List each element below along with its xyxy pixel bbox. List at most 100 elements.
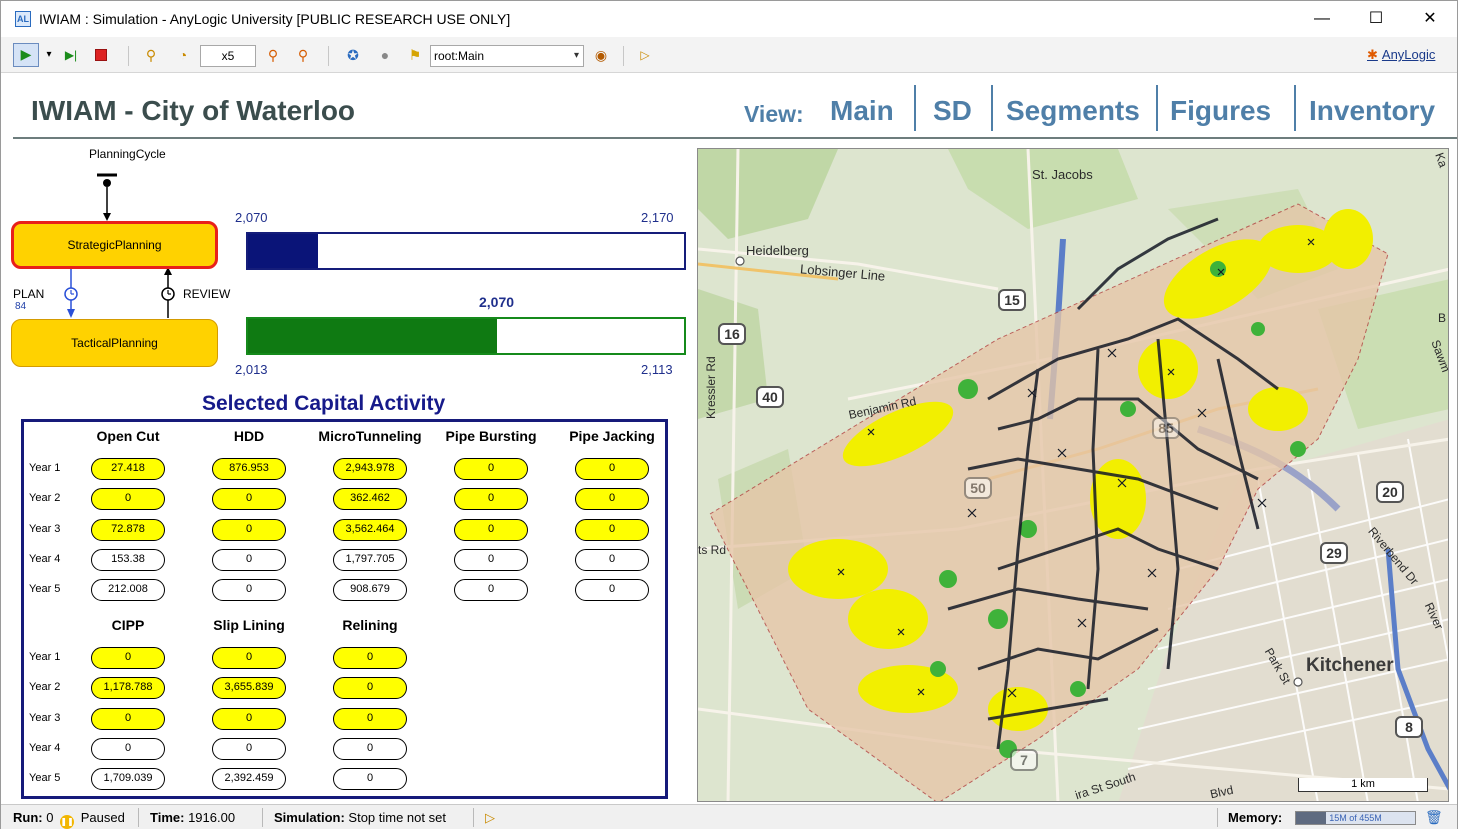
memory-fill — [1296, 812, 1326, 824]
activity-value: 0 — [212, 647, 286, 669]
nav-inventory[interactable]: Inventory — [1309, 95, 1435, 127]
chevron-down-icon: ▾ — [573, 50, 579, 61]
highway-15-shield: 15 — [998, 289, 1026, 311]
highway-20-shield: 20 — [1376, 481, 1404, 503]
green-progress-fill — [248, 319, 497, 353]
blue-bar-max: 2,170 — [641, 210, 674, 225]
statechart-label: PlanningCycle — [89, 147, 166, 161]
activity-value: 0 — [454, 518, 528, 541]
plan-transition-count: 84 — [15, 301, 27, 312]
run-icon[interactable]: ▶ — [13, 43, 39, 67]
activity-value: 2,943.978 — [333, 458, 407, 480]
activity-value: 362.462 — [333, 488, 407, 511]
nav-segments[interactable]: Segments — [1006, 95, 1140, 127]
highway-16-shield: 16 — [718, 323, 746, 345]
status-bar: Run: 0 ❚❚ Paused Time: 1916.00 Simulatio… — [1, 804, 1457, 829]
close-button[interactable]: ✕ — [1407, 5, 1453, 33]
nav-figures[interactable]: Figures — [1170, 95, 1271, 127]
nav-separator — [1294, 85, 1296, 131]
activity-value: 3,562.464 — [333, 518, 407, 541]
year-label: Year 2 — [29, 492, 61, 505]
column-header: Relining — [342, 617, 398, 633]
year-label: Year 2 — [29, 681, 61, 694]
log-icon[interactable]: ▷ — [633, 45, 657, 65]
activity-value: 1,178.788 — [91, 677, 165, 700]
maximize-button[interactable]: ☐ — [1353, 5, 1399, 33]
activity-value: 0 — [454, 579, 528, 602]
page-title: IWIAM - City of Waterloo — [31, 95, 356, 126]
activity-value: 908.679 — [333, 579, 407, 602]
status-separator — [138, 808, 139, 827]
status-time-value: 1916.00 — [188, 810, 236, 825]
status-simulation-label: Simulation: — [274, 810, 345, 825]
agent-select[interactable]: root:Main ▾ — [430, 45, 584, 67]
anylogic-link[interactable]: ✱ AnyLogic — [1367, 47, 1435, 63]
agent-icon[interactable]: ◉ — [589, 45, 613, 65]
activity-value: 3,655.839 — [212, 677, 286, 700]
faster-icon[interactable]: ⚲ — [261, 45, 285, 65]
activity-value: 0 — [333, 737, 407, 760]
green-bar-value: 2,070 — [478, 294, 515, 310]
trash-icon[interactable]: 🗑 — [1425, 809, 1443, 826]
folder-icon[interactable]: ⚑ — [403, 45, 427, 65]
activity-value: 27.418 — [91, 458, 165, 480]
map-label-kressler-rd: Kressler Rd — [704, 356, 718, 419]
memory-text: 15M of 455M — [1329, 813, 1382, 823]
city-map[interactable]: St. Jacobs Heidelberg Lobsinger Line Ben… — [697, 148, 1449, 802]
stop-icon[interactable] — [89, 45, 113, 65]
real-time-icon[interactable]: ◔ — [171, 45, 195, 65]
activity-value: 212.008 — [91, 579, 165, 602]
state-strategic-planning[interactable]: StrategicPlanning — [11, 221, 218, 269]
status-log-icon[interactable]: ▷ — [485, 810, 495, 826]
green-bar-min: 2,013 — [235, 362, 268, 377]
step-icon[interactable]: ▶| — [59, 45, 83, 65]
activity-value: 2,392.459 — [212, 768, 286, 791]
nav-main[interactable]: Main — [830, 95, 894, 127]
status-run-label: Run: — [13, 810, 43, 825]
virtual-time-icon[interactable]: ⚲ — [291, 45, 315, 65]
year-label: Year 4 — [29, 552, 61, 565]
activity-value: 0 — [575, 488, 649, 511]
highway-7-shield: 7 — [1010, 749, 1038, 771]
nav-separator — [991, 85, 993, 131]
activity-value: 0 — [454, 548, 528, 571]
highway-29-shield: 29 — [1320, 542, 1348, 564]
activity-value: 876.953 — [212, 458, 286, 480]
year-label: Year 3 — [29, 711, 61, 724]
view-label: View: — [744, 101, 804, 127]
slower-icon[interactable]: ⚲ — [139, 45, 163, 65]
state-tactical-planning[interactable]: TacticalPlanning — [11, 319, 218, 367]
activity-value: 0 — [212, 518, 286, 541]
activity-value: 0 — [212, 579, 286, 602]
column-header: Slip Lining — [213, 617, 285, 633]
activity-value: 0 — [91, 647, 165, 669]
plan-transition-label: PLAN — [13, 287, 45, 301]
activity-value: 0 — [212, 737, 286, 760]
activity-value: 0 — [91, 707, 165, 730]
column-header: MicroTunneling — [318, 428, 422, 444]
activity-value: 0 — [91, 737, 165, 760]
speed-field[interactable]: x5 — [200, 45, 256, 67]
activity-value: 0 — [575, 579, 649, 602]
column-header: HDD — [233, 428, 265, 444]
column-header: Open Cut — [96, 428, 160, 444]
minimize-button[interactable]: — — [1299, 5, 1345, 33]
status-run: Run: 0 ❚❚ Paused — [13, 810, 125, 829]
activity-value: 1,797.705 — [333, 548, 407, 571]
capital-activity-panel: Open Cut HDD MicroTunneling Pipe Bursting Pi… — [21, 419, 668, 799]
year-label: Year 4 — [29, 741, 61, 754]
status-paused: Paused — [80, 810, 125, 825]
activity-value: 1,709.039 — [91, 768, 165, 791]
year-label: Year 5 — [29, 583, 61, 596]
green-progress-bar — [246, 317, 686, 355]
nav-sd[interactable]: SD — [933, 95, 972, 127]
toolbar-separator — [623, 46, 624, 66]
run-mode-dropdown-icon[interactable]: ▾ — [43, 45, 55, 65]
navigate-icon[interactable]: ✪ — [341, 45, 365, 65]
status-separator — [262, 808, 263, 827]
column-header: CIPP — [111, 617, 145, 633]
green-bar-max: 2,113 — [641, 362, 673, 377]
year-label: Year 1 — [29, 462, 61, 474]
activity-value: 0 — [212, 548, 286, 571]
camera-icon[interactable]: ● — [373, 45, 397, 65]
